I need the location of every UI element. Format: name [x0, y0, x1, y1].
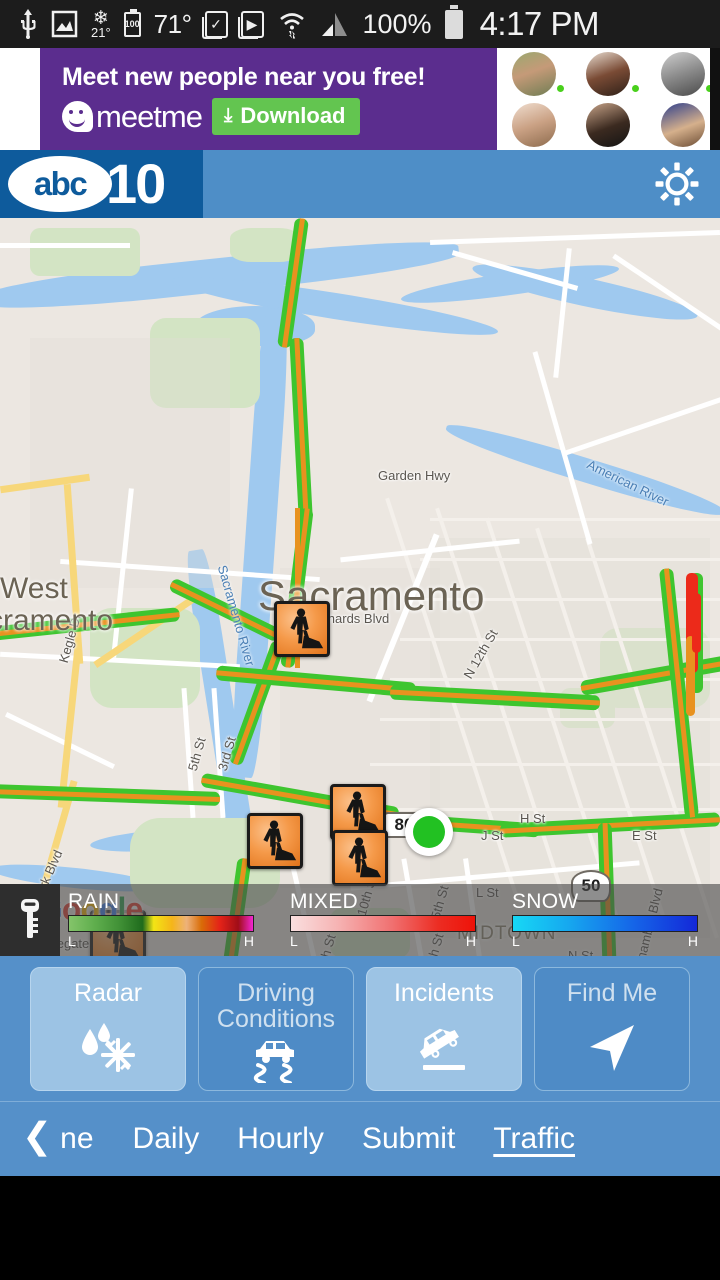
ad-download-button[interactable]: ⤓ Download — [211, 98, 360, 135]
clipboard-play-icon: ▶ — [237, 10, 264, 39]
ad-headline: Meet new people near you free! — [62, 63, 426, 91]
nav-traffic[interactable]: Traffic — [474, 1122, 594, 1156]
ad-download-label: Download — [240, 103, 346, 128]
signal-icon — [320, 10, 350, 38]
construction-worker-icon — [250, 816, 300, 866]
snowflake-icon: ❄ 21° — [91, 8, 111, 40]
place-label-west-sacramento: West cramento — [0, 573, 113, 636]
settings-button[interactable] — [634, 150, 720, 218]
nav-daily[interactable]: Daily — [114, 1122, 219, 1156]
legend-low-label: L — [68, 933, 76, 949]
street-label: E St — [632, 828, 657, 843]
legend-high-label: H — [465, 933, 476, 949]
avatar — [646, 48, 720, 99]
ad-brand: meetme — [96, 98, 203, 134]
app-header: abc 10 — [0, 150, 720, 218]
legend-high-label: H — [243, 933, 254, 949]
abc-oval: abc — [8, 156, 112, 212]
legend-title: MIXED — [290, 890, 359, 913]
legend-title: SNOW — [512, 890, 579, 913]
incidents-button-label: Incidents — [393, 978, 495, 1007]
legend-low-label: L — [290, 933, 298, 949]
snow-degree: ° — [105, 25, 111, 40]
clock: 4:17 PM — [479, 5, 600, 42]
navigation-arrow-icon — [584, 1021, 640, 1078]
meetme-logo: meetme — [62, 98, 203, 135]
action-button-bar: Radar Driving Conditions Incidents Find … — [0, 956, 720, 1102]
download-icon: ⤓ — [223, 105, 233, 126]
gallery-icon — [51, 10, 78, 38]
west-line-1: West — [0, 572, 68, 605]
driving-conditions-button[interactable]: Driving Conditions — [198, 966, 354, 1091]
find-me-button[interactable]: Find Me — [534, 966, 690, 1091]
crashed-car-icon — [415, 1021, 473, 1078]
chevron-left-icon[interactable]: ❮ — [18, 1115, 58, 1163]
ad-faces — [497, 48, 720, 150]
radar-legend: RAIN L H MIXED L H SNOW L H — [0, 884, 720, 956]
find-me-button-label: Find Me — [566, 978, 658, 1007]
construction-worker-icon — [335, 833, 385, 883]
label-line-1: Driving — [237, 978, 315, 1007]
construction-marker[interactable] — [274, 601, 330, 657]
legend-group-snow: SNOW L H — [512, 891, 698, 949]
smiley-icon — [62, 101, 93, 132]
street-label: J St — [481, 828, 504, 843]
street-label: Garden Hwy — [378, 468, 451, 483]
legend-key-button[interactable] — [0, 884, 60, 956]
avatar — [571, 48, 645, 99]
battery-saver-icon: 100 — [123, 8, 141, 37]
traffic-map[interactable]: Sacramento River American River Garden H… — [0, 218, 720, 956]
rain-snow-icon — [76, 1021, 140, 1078]
usb-icon — [18, 9, 38, 39]
status-bar: ❄ 21° 100 71° ✓ ▶ 100% 4:17 PM — [0, 0, 720, 48]
nav-submit[interactable]: Submit — [343, 1122, 474, 1156]
avatar — [497, 99, 571, 150]
avatar — [571, 99, 645, 150]
driving-conditions-button-label: Driving Conditions — [216, 978, 336, 1033]
radar-button-label: Radar — [73, 978, 143, 1007]
snow-temp-value: 21 — [91, 25, 106, 40]
battery-percent: 100% — [362, 8, 432, 39]
construction-marker[interactable] — [332, 830, 388, 886]
skidding-car-icon — [244, 1033, 308, 1088]
legend-gradient-mixed — [290, 915, 476, 932]
abc-text: abc — [33, 165, 88, 202]
header-spacer — [203, 150, 634, 218]
battery-icon — [444, 4, 463, 39]
abc10-logo[interactable]: abc 10 — [0, 150, 203, 218]
west-line-2: cramento — [0, 603, 114, 637]
legend-low-label: L — [512, 933, 520, 949]
wifi-icon — [277, 9, 307, 39]
construction-marker[interactable] — [247, 813, 303, 869]
app-root: ❄ 21° 100 71° ✓ ▶ 100% 4:17 PM Meet new … — [0, 0, 720, 1280]
nav-home[interactable]: ne — [58, 1122, 113, 1156]
gear-icon — [655, 162, 699, 206]
bottom-navigation: ❮ ne Daily Hourly Submit Traffic — [0, 1102, 720, 1176]
radar-button[interactable]: Radar — [30, 966, 186, 1091]
incidents-button[interactable]: Incidents — [366, 966, 522, 1091]
ad-banner[interactable]: Meet new people near you free! meetme ⤓ … — [0, 48, 720, 150]
construction-worker-icon — [277, 604, 327, 654]
legend-high-label: H — [687, 933, 698, 949]
legend-gradient-snow — [512, 915, 698, 932]
street-label: H St — [520, 811, 546, 826]
label-line-2: Conditions — [216, 1005, 336, 1033]
channel-number: 10 — [106, 152, 166, 216]
outdoor-temperature: 71° — [153, 8, 192, 39]
legend-bars: RAIN L H MIXED L H SNOW L H — [60, 884, 720, 956]
clipboard-check-icon: ✓ — [201, 10, 228, 39]
current-location-dot — [405, 808, 453, 856]
avatar — [646, 99, 720, 150]
legend-title: RAIN — [68, 890, 120, 913]
ad-content[interactable]: Meet new people near you free! meetme ⤓ … — [40, 48, 497, 150]
legend-group-rain: RAIN L H — [68, 891, 254, 949]
battery-saver-value: 100 — [124, 19, 140, 29]
legend-group-mixed: MIXED L H — [290, 891, 476, 949]
avatar — [497, 48, 571, 99]
key-icon — [15, 896, 45, 945]
legend-gradient-rain — [68, 915, 254, 932]
nav-hourly[interactable]: Hourly — [218, 1122, 343, 1156]
